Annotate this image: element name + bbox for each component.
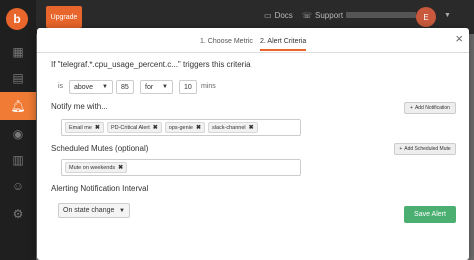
condition-select[interactable]: above ▼ bbox=[69, 80, 113, 94]
tabs-divider bbox=[37, 52, 469, 53]
sidebar: b ▦ ▤ 🔔︎ ◉ ▥ ☺ ⚙ bbox=[0, 0, 36, 260]
dashboard-icon[interactable]: ▦ bbox=[10, 44, 26, 60]
mins-label: mins bbox=[201, 83, 216, 90]
tab-alert-criteria[interactable]: 2. Alert Criteria bbox=[260, 38, 307, 51]
tag-email-me: Email me ✖ bbox=[65, 122, 104, 133]
docs-link[interactable]: ▭ Docs bbox=[264, 11, 293, 20]
save-alert-button[interactable]: Save Alert bbox=[404, 206, 456, 223]
support-link[interactable]: ☏ Support bbox=[302, 11, 343, 20]
plus-icon: + bbox=[399, 146, 403, 152]
remove-tag-icon[interactable]: ✖ bbox=[196, 124, 201, 131]
notify-label: Notify me with... bbox=[51, 102, 108, 111]
caret-down-icon: ▼ bbox=[102, 84, 108, 90]
tag-pd-critical: PD-Critical Alert ✖ bbox=[106, 122, 162, 133]
tab-choose-metric[interactable]: 1. Choose Metric bbox=[200, 38, 253, 49]
users-icon[interactable]: ☺ bbox=[10, 178, 26, 194]
tag-ops-genie: ops-genie ✖ bbox=[164, 122, 205, 133]
settings-icon[interactable]: ⚙ bbox=[10, 206, 26, 222]
app-logo[interactable]: b bbox=[6, 8, 28, 30]
user-name-placeholder[interactable] bbox=[346, 12, 416, 18]
mute-tags-input[interactable]: Mute on weekends ✖ bbox=[61, 159, 301, 176]
eye-icon[interactable]: ◉ bbox=[10, 126, 26, 142]
server-icon[interactable]: ▥ bbox=[10, 152, 26, 168]
remove-tag-icon[interactable]: ✖ bbox=[118, 164, 123, 171]
remove-tag-icon[interactable]: ✖ bbox=[153, 124, 158, 131]
remove-tag-icon[interactable]: ✖ bbox=[95, 124, 100, 131]
is-label: is bbox=[58, 83, 64, 90]
chart-icon[interactable]: ▤ bbox=[10, 70, 26, 86]
alerts-icon[interactable]: 🔔︎ bbox=[0, 92, 36, 120]
plus-icon: + bbox=[410, 105, 413, 111]
add-scheduled-mute-button[interactable]: + Add Scheduled Mute bbox=[394, 143, 456, 155]
interval-label: Alerting Notification Interval bbox=[51, 184, 149, 193]
chevron-down-icon[interactable]: ▼ bbox=[444, 12, 451, 19]
for-select[interactable]: for ▼ bbox=[140, 80, 173, 94]
remove-tag-icon[interactable]: ✖ bbox=[249, 124, 254, 131]
tag-mute-weekends: Mute on weekends ✖ bbox=[65, 162, 128, 173]
upgrade-button[interactable]: Upgrade bbox=[46, 6, 82, 28]
mutes-label: Scheduled Mutes (optional) bbox=[51, 144, 149, 153]
caret-down-icon: ▼ bbox=[119, 208, 125, 214]
interval-select[interactable]: On state change ▼ bbox=[58, 203, 130, 218]
wizard-tabs: 1. Choose Metric 2. Alert Criteria bbox=[37, 38, 469, 52]
caret-down-icon: ▼ bbox=[162, 84, 168, 90]
add-notification-button[interactable]: + Add Notification bbox=[404, 102, 456, 114]
docs-icon: ▭ bbox=[264, 11, 272, 20]
notification-tags-input[interactable]: Email me ✖ PD-Critical Alert ✖ ops-genie ✖ … bbox=[61, 119, 301, 136]
support-icon: ☏ bbox=[302, 11, 313, 20]
criteria-title: If "telegraf.*.cpu_usage_percent.c..." t… bbox=[51, 60, 251, 69]
tag-slack-channel: slack-channel ✖ bbox=[208, 122, 258, 133]
alert-modal: × 1. Choose Metric 2. Alert Criteria If … bbox=[37, 28, 469, 260]
threshold-input[interactable]: 85 bbox=[116, 80, 134, 94]
duration-input[interactable]: 10 bbox=[179, 80, 197, 94]
avatar[interactable]: E bbox=[416, 7, 436, 27]
